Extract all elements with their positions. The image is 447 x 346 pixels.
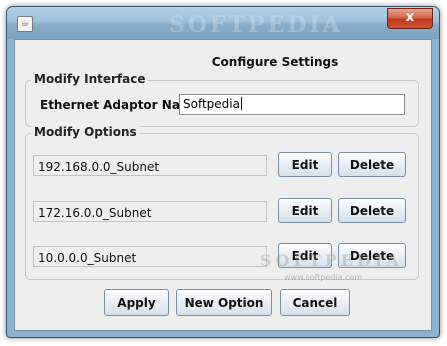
text-caret	[240, 97, 242, 110]
option-field-1: 192.168.0.0_Subnet	[33, 155, 267, 176]
delete-button-2[interactable]: Delete	[338, 198, 406, 223]
cancel-button[interactable]: Cancel	[280, 289, 350, 316]
close-icon: x	[405, 10, 415, 25]
modify-options-title: Modify Options	[31, 125, 140, 139]
ethernet-adaptor-label: Ethernet Adaptor Name	[40, 98, 201, 112]
softpedia-url-watermark: www.softpedia.com	[284, 273, 363, 282]
title-watermark: SOFTPEDIA	[169, 12, 343, 38]
apply-button[interactable]: Apply	[104, 289, 169, 316]
option-value-1: 192.168.0.0_Subnet	[38, 160, 160, 174]
edit-button-2[interactable]: Edit	[278, 198, 332, 223]
option-field-3: 10.0.0.0_Subnet	[33, 246, 267, 267]
edit-button-1[interactable]: Edit	[278, 152, 332, 177]
dialog-heading: Configure Settings	[211, 55, 339, 69]
title-bar[interactable]: ☕ SOFTPEDIA x	[7, 7, 439, 39]
ethernet-adaptor-input[interactable]: Softpedia	[179, 94, 405, 115]
delete-button-1[interactable]: Delete	[338, 152, 406, 177]
modify-interface-title: Modify Interface	[31, 72, 149, 86]
java-app-icon: ☕	[17, 16, 33, 32]
configure-settings-window: ☕ SOFTPEDIA x Configure Settings Modify …	[6, 6, 440, 338]
softpedia-watermark: SOFTPEDIA	[260, 251, 403, 270]
new-option-button[interactable]: New Option	[176, 289, 272, 316]
option-value-3: 10.0.0.0_Subnet	[38, 251, 137, 265]
option-value-2: 172.16.0.0_Subnet	[38, 206, 152, 220]
dialog-content: Configure Settings Modify Interface Ethe…	[14, 39, 432, 331]
option-field-2: 172.16.0.0_Subnet	[33, 201, 267, 222]
close-button[interactable]: x	[387, 8, 433, 29]
ethernet-adaptor-value: Softpedia	[183, 97, 240, 111]
modify-interface-group: Modify Interface Ethernet Adaptor Name S…	[25, 72, 419, 127]
